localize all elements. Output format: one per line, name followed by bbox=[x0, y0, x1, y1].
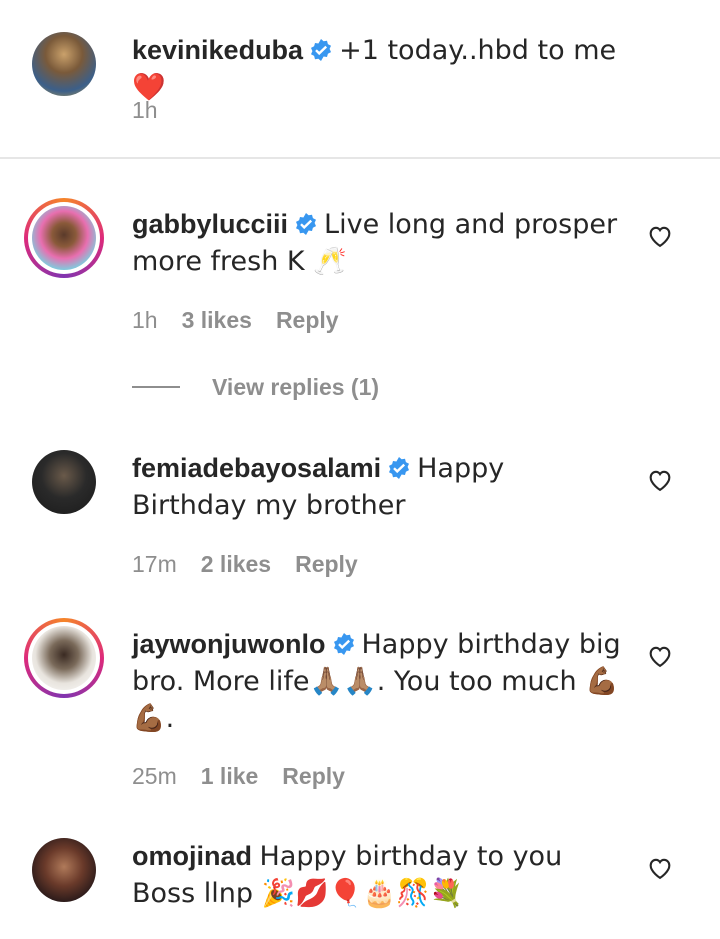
view-replies-line bbox=[132, 386, 180, 388]
comment-username[interactable]: femiadebayosalami bbox=[132, 453, 381, 483]
verified-badge-icon bbox=[333, 633, 354, 655]
comment-likes[interactable]: 3 likes bbox=[182, 307, 252, 333]
comment-avatar[interactable] bbox=[32, 838, 96, 902]
reply-button[interactable]: Reply bbox=[295, 551, 358, 577]
like-heart-icon[interactable] bbox=[646, 642, 674, 670]
caption-divider bbox=[0, 157, 720, 159]
comment-username[interactable]: gabbylucciii bbox=[132, 209, 288, 239]
comment-avatar[interactable] bbox=[24, 618, 104, 698]
caption-time: 1h bbox=[132, 97, 158, 123]
comment-time: 25m bbox=[132, 763, 177, 789]
view-replies-label[interactable]: View replies (1) bbox=[212, 374, 379, 401]
comment-likes[interactable]: 2 likes bbox=[201, 551, 271, 577]
comment-text: omojinad Happy birthday to you Boss llnp… bbox=[132, 838, 622, 912]
comment-text: gabbylucciii Live long and prosper more f… bbox=[132, 206, 622, 280]
verified-badge-icon bbox=[389, 457, 410, 479]
comment-meta: 17m 2 likes Reply bbox=[132, 550, 382, 578]
caption-text: kevinikeduba +1 today..hbd to me❤️ bbox=[132, 32, 622, 106]
comment-text: jaywonjuwonlo Happy birthday big bro. Mor… bbox=[132, 626, 622, 737]
comment-avatar[interactable] bbox=[24, 198, 104, 278]
verified-badge-icon bbox=[311, 39, 332, 61]
comment-time: 1h bbox=[132, 307, 158, 333]
comment-time: 17m bbox=[132, 551, 177, 577]
verified-badge-icon bbox=[296, 213, 317, 235]
caption-avatar[interactable] bbox=[32, 32, 96, 96]
caption-meta: 1h bbox=[132, 96, 182, 124]
comment-likes[interactable]: 1 like bbox=[201, 763, 259, 789]
like-heart-icon[interactable] bbox=[646, 222, 674, 250]
like-heart-icon[interactable] bbox=[646, 466, 674, 494]
reply-button[interactable]: Reply bbox=[282, 763, 345, 789]
comment-text: femiadebayosalami Happy Birthday my broth… bbox=[132, 450, 622, 524]
comment-meta: 25m 1 like Reply bbox=[132, 762, 369, 790]
comment-username[interactable]: omojinad bbox=[132, 841, 252, 871]
view-replies-button[interactable]: View replies (1) bbox=[132, 372, 379, 402]
comment-avatar[interactable] bbox=[32, 450, 96, 514]
comment-username[interactable]: jaywonjuwonlo bbox=[132, 629, 326, 659]
reply-button[interactable]: Reply bbox=[276, 307, 339, 333]
caption-username[interactable]: kevinikeduba bbox=[132, 35, 303, 65]
comment-meta: 1h 3 likes Reply bbox=[132, 306, 363, 334]
like-heart-icon[interactable] bbox=[646, 854, 674, 882]
